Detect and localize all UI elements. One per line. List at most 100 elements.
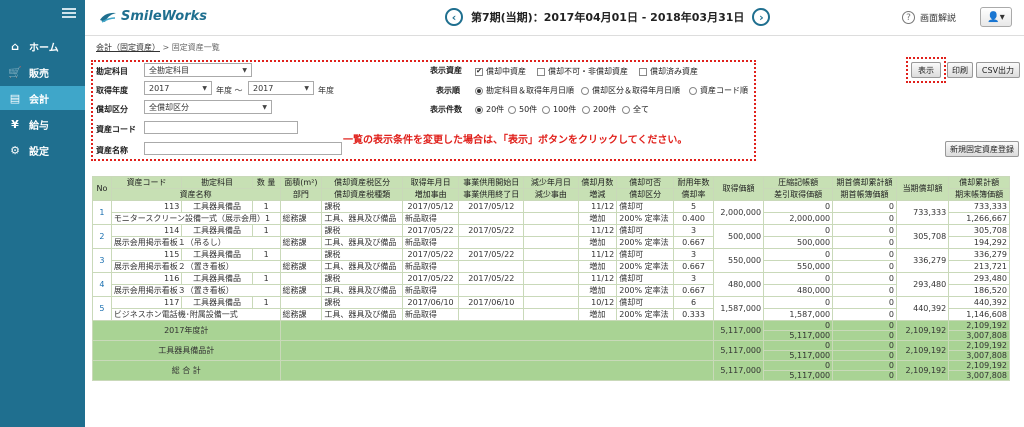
cell-open-acc: 0 <box>832 272 897 285</box>
cell-code: 117 <box>110 296 183 309</box>
cell-dec_reason <box>523 308 579 321</box>
table-row-sub[interactable]: モニタースクリーン設備一式（展示会用）1 総務課 工具、器具及び備品 新品取得 増加 20… <box>93 212 1010 225</box>
row-number-link[interactable]: 3 <box>92 248 112 273</box>
row-number-link[interactable]: 1 <box>92 200 112 225</box>
table-row[interactable]: 4 116 工具器具備品 1 課税 2017/05/22 2017/05/22 11/12 償却… <box>92 272 1010 297</box>
total-acc-dep: 2,109,192 <box>948 320 1010 331</box>
table-row[interactable]: 5 117 工具器具備品 1 課税 2017/06/10 2017/06/10 10/12 償却… <box>92 296 1010 321</box>
order_options-option[interactable]: 資産コード順 <box>689 85 748 96</box>
cell-account: 工具器具備品 <box>181 296 253 309</box>
user-menu-button[interactable]: 👤▾ <box>980 7 1012 27</box>
asset-name-input[interactable] <box>144 142 342 155</box>
prev-period-button[interactable]: ‹ <box>445 8 463 26</box>
radio-icon[interactable] <box>582 105 590 114</box>
radio-icon[interactable] <box>475 105 483 114</box>
total-open-book: 0 <box>832 350 897 361</box>
cell-dec_reason <box>523 212 579 225</box>
cell-qty: 1 <box>251 224 281 237</box>
nav-item-3[interactable]: ¥ 給与 <box>0 112 85 136</box>
total-net-cost: 5,117,000 <box>763 370 834 381</box>
radio-icon[interactable] <box>622 105 630 114</box>
radio-icon[interactable] <box>475 86 483 95</box>
total-cost: 5,117,000 <box>712 320 765 341</box>
table-row[interactable]: 2 114 工具器具備品 1 課税 2017/05/22 2017/05/22 11/12 償却… <box>92 224 1010 249</box>
order_options-option[interactable]: 償却区分＆取得年月日順 <box>581 85 680 96</box>
radio-icon[interactable] <box>542 105 550 114</box>
cell-qty: 1 <box>251 200 281 213</box>
row-number-link[interactable]: 2 <box>92 224 112 249</box>
asset-code-input[interactable] <box>144 121 298 134</box>
radio-icon[interactable] <box>689 86 697 95</box>
count_options-option[interactable]: 全て <box>622 104 649 115</box>
next-period-button[interactable]: › <box>752 8 771 26</box>
checkbox-checked-icon[interactable]: ✔ <box>475 67 483 76</box>
col-cur-dep: 当期償却額 <box>895 176 950 201</box>
nav-item-0[interactable]: ⌂ ホーム <box>0 34 85 58</box>
nav-item-4[interactable]: ⚙ 設定 <box>0 138 85 162</box>
breadcrumb-link[interactable]: 会計（固定資産） <box>96 43 160 52</box>
cell-qty: 1 <box>251 296 281 309</box>
period-selector: ‹ 第7期(当期)：2017年04月01日 - 2018年03月31日 › <box>445 8 771 26</box>
count_options-option[interactable]: 100件 <box>542 104 576 115</box>
table-row-sub[interactable]: 展示会用掲示看板３（置き看板） 総務課 工具、器具及び備品 新品取得 増加 200% 定率… <box>93 284 1010 297</box>
count_options-option-label: 200件 <box>593 105 617 114</box>
cell-months: 11/12 <box>577 272 618 285</box>
cell-comp: 0 <box>763 272 834 285</box>
col-compression: 圧縮記帳額 <box>763 176 834 189</box>
cell-method: 200% 定率法 <box>616 236 675 249</box>
display_assets_options-option[interactable]: ✔ 償却中資産 <box>475 66 526 77</box>
cell-net_cost: 550,000 <box>763 260 834 273</box>
table-row[interactable]: 1 113 工具器具備品 1 課税 2017/05/12 2017/05/12 11/12 償却… <box>92 200 1010 225</box>
cell-close_book: 213,721 <box>948 260 1010 273</box>
order_options-option[interactable]: 勘定科目＆取得年月日順 <box>475 85 574 96</box>
year-to-select[interactable]: 2017 ▼ <box>248 81 314 95</box>
cell-cost: 500,000 <box>712 224 765 249</box>
cell-inc: 増加 <box>577 236 618 249</box>
radio-icon[interactable] <box>581 86 589 95</box>
help-link[interactable]: ? 画面解説 <box>901 11 956 24</box>
cell-dept: 総務課 <box>279 212 323 225</box>
dept-select[interactable]: 全償却区分 ▼ <box>144 100 272 114</box>
cell-name: 展示会用掲示看板３（置き看板） <box>110 284 281 297</box>
cell-dec_reason <box>523 260 579 273</box>
new-asset-button[interactable]: 新規固定資産登録 <box>945 141 1019 157</box>
row-number-link[interactable]: 5 <box>92 296 112 321</box>
cell-cur-dep: 336,279 <box>895 248 950 273</box>
total-close-book: 3,007,808 <box>948 350 1010 361</box>
cell-start_date: 2017/05/12 <box>458 200 525 213</box>
cell-reason: 新品取得 <box>401 212 460 225</box>
table-row[interactable]: 3 115 工具器具備品 1 課税 2017/05/22 2017/05/22 11/12 償却… <box>92 248 1010 273</box>
checkbox-icon[interactable] <box>639 67 647 76</box>
show-button[interactable]: 表示 <box>911 62 941 78</box>
row-number-link[interactable]: 4 <box>92 272 112 297</box>
cell-tax_kind: 工具、器具及び備品 <box>321 212 403 225</box>
account-select[interactable]: 全勘定科目 ▼ <box>144 63 252 77</box>
cell-code: 114 <box>110 224 183 237</box>
count_options-option[interactable]: 20件 <box>475 104 504 115</box>
count_options-option[interactable]: 200件 <box>582 104 616 115</box>
logo-text: SmileWorks <box>121 9 207 24</box>
count_options-option[interactable]: 50件 <box>508 104 537 115</box>
display_assets_options-option-label: 償却中資産 <box>486 67 526 76</box>
checkbox-icon[interactable] <box>537 67 545 76</box>
year-range-separator: 年度 〜 <box>216 86 243 95</box>
cell-dec_date <box>523 200 579 213</box>
table-row-sub[interactable]: 展示会用掲示看板２（置き看板） 総務課 工具、器具及び備品 新品取得 増加 200% 定率… <box>93 260 1010 273</box>
cell-code: 113 <box>110 200 183 213</box>
hamburger-menu-icon[interactable] <box>62 8 76 18</box>
table-row-sub[interactable]: 展示会用掲示看板１（吊るし） 総務課 工具、器具及び備品 新品取得 増加 200% 定率法… <box>93 236 1010 249</box>
cell-months: 10/12 <box>577 296 618 309</box>
nav-item-1[interactable]: 🛒 販売 <box>0 60 85 84</box>
year-from-select[interactable]: 2017 ▼ <box>144 81 212 95</box>
csv-export-button[interactable]: CSV出力 <box>976 62 1020 78</box>
smileworks-logo[interactable]: SmileWorks <box>99 9 207 24</box>
print-button[interactable]: 印刷 <box>947 62 973 78</box>
cell-acq_date: 2017/06/10 <box>401 296 460 309</box>
display_assets_options-option[interactable]: 償却不可・非償却資産 <box>537 66 628 77</box>
nav-item-2[interactable]: ▤ 会計 <box>0 86 85 110</box>
display_assets_options-option-label: 償却不可・非償却資産 <box>548 67 628 76</box>
table-row-sub[interactable]: ビジネスホン電話機･附属設備一式 総務課 工具、器具及び備品 新品取得 増加 200% 定… <box>93 308 1010 321</box>
display_assets_options-option[interactable]: 償却済み資産 <box>639 66 698 77</box>
total-comp: 0 <box>763 360 834 371</box>
radio-icon[interactable] <box>508 105 516 114</box>
